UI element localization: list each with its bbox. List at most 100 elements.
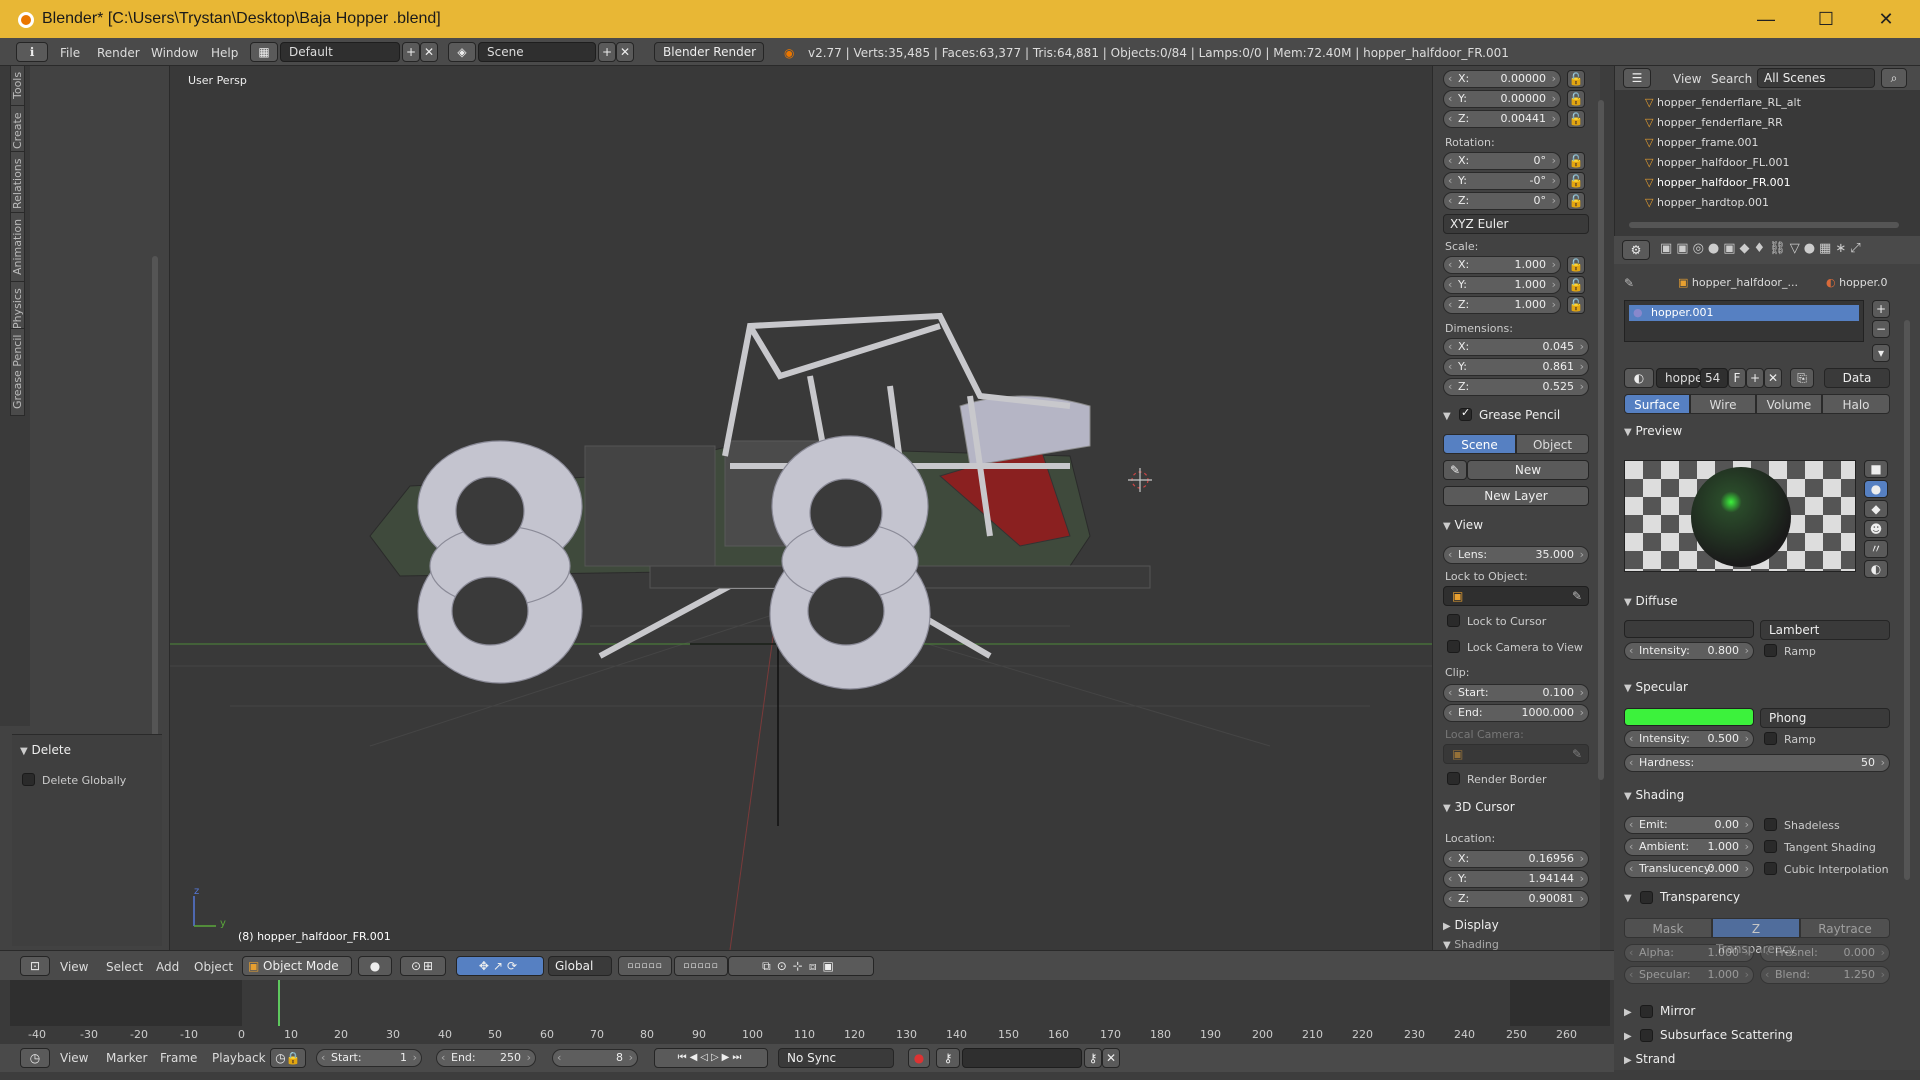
outliner-row[interactable]: ▽ hopper_fenderflare_RL_alt [1645, 94, 1801, 112]
lock-location-x-icon[interactable]: 🔓 [1567, 70, 1585, 88]
fresnel-field[interactable]: Fresnel:0.000 [1760, 944, 1890, 962]
close-icon[interactable]: ✕ [1866, 4, 1906, 34]
render-border-checkbox[interactable] [1447, 772, 1460, 785]
tab-animation[interactable]: Animation [10, 211, 25, 282]
render-engine-select[interactable]: Blender Render [654, 42, 764, 62]
scene-remove-icon[interactable]: ✕ [616, 42, 634, 62]
layout-selector[interactable]: Default [280, 42, 400, 62]
tl-menu-view[interactable]: View [60, 1051, 88, 1065]
lock-scale-z-icon[interactable]: 🔓 [1567, 296, 1585, 314]
keying-icon[interactable]: ⚷ [936, 1048, 960, 1068]
operator-title[interactable]: ▼ Delete [20, 743, 71, 757]
material-name-field[interactable]: hopper. [1656, 368, 1710, 388]
properties-scrollbar[interactable] [1904, 320, 1910, 880]
transparency-panel-header[interactable]: ▼ [1624, 890, 1632, 904]
material-users-count[interactable]: 54 [1700, 368, 1728, 388]
sync-mode-select[interactable]: No Sync [778, 1048, 894, 1068]
diffuse-ramp-checkbox[interactable] [1764, 644, 1777, 657]
lock-rotation-z-icon[interactable]: 🔓 [1567, 192, 1585, 210]
viewport-type-icon[interactable]: ⊡ [20, 956, 50, 976]
clip-end-field[interactable]: End:1000.000 [1443, 704, 1589, 722]
lock-to-cursor-checkbox[interactable] [1447, 614, 1460, 627]
cursor-y[interactable]: Y:1.94144 [1443, 870, 1589, 888]
properties-context-tabs[interactable]: ▣▣◎●▣◆♦⛓▽●▦∗⤢ [1660, 241, 1865, 256]
lock-location-y-icon[interactable]: 🔓 [1567, 90, 1585, 108]
tl-menu-playback[interactable]: Playback [212, 1051, 266, 1065]
display-panel-header[interactable]: ▶ Display [1443, 918, 1499, 932]
specular-ramp-checkbox[interactable] [1764, 732, 1777, 745]
scale-z[interactable]: Z:1.000 [1443, 296, 1561, 314]
specular-panel-header[interactable]: ▼ Specular [1624, 680, 1688, 694]
mirror-checkbox[interactable] [1640, 1005, 1653, 1018]
record-icon[interactable]: ● [908, 1048, 930, 1068]
outliner-view-menu[interactable]: View [1673, 72, 1701, 86]
outliner-type-icon[interactable]: ☰ [1623, 68, 1651, 88]
start-frame-field[interactable]: Start:1 [316, 1049, 422, 1067]
cursor-z[interactable]: Z:0.90081 [1443, 890, 1589, 908]
outliner-row-selected[interactable]: ▽ hopper_halfdoor_FR.001 [1645, 174, 1791, 192]
cubic-interpolation-checkbox[interactable] [1764, 862, 1777, 875]
lock-rotation-x-icon[interactable]: 🔓 [1567, 152, 1585, 170]
clip-start-field[interactable]: Start:0.100 [1443, 684, 1589, 702]
tl-menu-frame[interactable]: Frame [160, 1051, 197, 1065]
lens-field[interactable]: Lens:35.000 [1443, 546, 1589, 564]
outliner-display-select[interactable]: All Scenes [1757, 68, 1875, 88]
lock-object-field[interactable]: ▣ ✎ [1443, 586, 1589, 606]
keyframe-delete-icon[interactable]: ✕ [1102, 1048, 1120, 1068]
mask-tab[interactable]: Mask [1624, 918, 1712, 938]
gp-object-tab[interactable]: Object [1516, 434, 1589, 454]
gp-pencil-icon[interactable]: ✎ [1443, 460, 1467, 480]
dimension-x[interactable]: X:0.045 [1443, 338, 1589, 356]
preview-panel-header[interactable]: ▼ Preview [1624, 424, 1682, 438]
z-transparency-tab[interactable]: Z Transparency [1712, 918, 1800, 956]
mode-select[interactable]: ▣ Object Mode [242, 956, 352, 976]
pin-icon[interactable]: ✎ [1624, 276, 1634, 290]
location-y[interactable]: Y:0.00000 [1443, 90, 1561, 108]
material-slot-item[interactable]: ● hopper.001 [1629, 305, 1859, 321]
menu-help[interactable]: Help [211, 46, 238, 60]
menu-window[interactable]: Window [151, 46, 198, 60]
n-panel-scrollbar[interactable] [1598, 100, 1604, 780]
editor-type-icon[interactable]: ℹ [16, 42, 48, 62]
material-unlink-icon[interactable]: ✕ [1764, 368, 1782, 388]
sss-checkbox[interactable] [1640, 1029, 1653, 1042]
scene-add-icon[interactable]: + [598, 42, 616, 62]
tangent-shading-checkbox[interactable] [1764, 840, 1777, 853]
slot-remove-icon[interactable]: − [1872, 320, 1890, 338]
translucency-field[interactable]: Translucency:0.000 [1624, 860, 1754, 878]
pivot-icons[interactable]: ⊙⊞ [400, 956, 446, 976]
volume-tab[interactable]: Volume [1756, 394, 1822, 414]
tab-relations[interactable]: Relations [10, 151, 25, 216]
preview-cube-icon[interactable]: ◆ [1864, 500, 1888, 518]
vp-menu-select[interactable]: Select [106, 960, 143, 974]
raytrace-tab[interactable]: Raytrace [1800, 918, 1890, 938]
gp-scene-tab[interactable]: Scene [1443, 434, 1516, 454]
outliner-row[interactable]: ▽ hopper_hardtop.001 [1645, 194, 1769, 212]
diffuse-color-swatch[interactable] [1624, 620, 1754, 638]
grease-pencil-panel-header[interactable]: ▼ [1443, 408, 1451, 422]
lock-camera-checkbox[interactable] [1447, 640, 1460, 653]
shadeless-checkbox[interactable] [1764, 818, 1777, 831]
rotation-x[interactable]: X:0° [1443, 152, 1561, 170]
keying-set-field[interactable] [962, 1048, 1082, 1068]
playback-controls[interactable]: ⏮◀◁▷▶⏭ [654, 1048, 768, 1068]
mirror-panel-header[interactable]: ▶ [1624, 1004, 1632, 1018]
lock-location-z-icon[interactable]: 🔓 [1567, 110, 1585, 128]
vp-menu-add[interactable]: Add [156, 960, 179, 974]
dimension-y[interactable]: Y:0.861 [1443, 358, 1589, 376]
slot-add-icon[interactable]: + [1872, 300, 1890, 318]
preview-flat-icon[interactable]: ■ [1864, 460, 1888, 478]
outliner-row[interactable]: ▽ hopper_halfdoor_FL.001 [1645, 154, 1789, 172]
location-x[interactable]: X:0.00000 [1443, 70, 1561, 88]
outliner-search-menu[interactable]: Search [1711, 72, 1752, 86]
preview-hair-icon[interactable]: 〃 [1864, 540, 1888, 558]
alpha-field[interactable]: Alpha:1.000 [1624, 944, 1754, 962]
layout-grid-icon[interactable]: ▦ [250, 42, 278, 62]
preview-monkey-icon[interactable]: ☻ [1864, 520, 1888, 538]
scale-y[interactable]: Y:1.000 [1443, 276, 1561, 294]
layer-buttons-a[interactable]: ▫▫▫▫▫ [618, 956, 672, 976]
viewport-shading-icon[interactable]: ● [358, 956, 392, 976]
specular-shader-select[interactable]: Phong [1760, 708, 1890, 728]
3d-viewport[interactable]: User Persp z y (8) hopper_halfdoor_FR.00… [170, 66, 1432, 950]
grease-pencil-checkbox[interactable] [1459, 406, 1472, 421]
